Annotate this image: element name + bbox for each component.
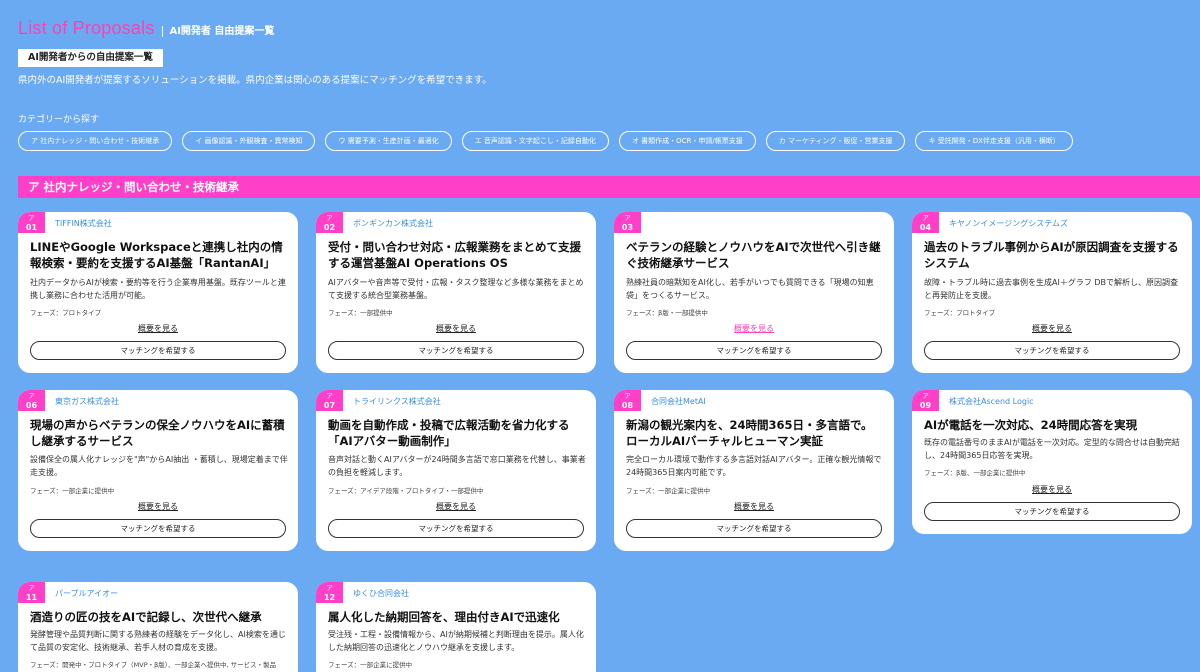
proposal-description: 受注残・工程・設備情報から、AIが納期候補と判断理由を提示。属人化した納期回答の… <box>328 630 584 652</box>
proposal-title: ベテランの経験とノウハウをAIで次世代へ引き継ぐ技術継承サービス <box>626 240 881 270</box>
page-title: List of Proposals <box>18 18 155 38</box>
proposal-title: 過去のトラブル事例からAIが原因調査を支援するシステム <box>924 240 1179 270</box>
proposal-title: LINEやGoogle Workspaceと連携し社内の情報検索・要約を支援する… <box>30 240 283 270</box>
company-name: 株式会社Ascend Logic <box>949 397 1034 406</box>
request-matching-button[interactable]: マッチングを希望する <box>924 341 1180 360</box>
proposal-card: ア 03 ベテランの経験とノウハウをAIで次世代へ引き継ぐ技術継承サービス 熟練社… <box>614 212 894 373</box>
category-pill-a[interactable]: ア 社内ナレッジ・問い合わせ・技術継承 <box>18 131 173 151</box>
proposal-phase: フェーズ：β版、一部企業に提供中 <box>924 469 1026 477</box>
category-number-tag: ア 12 <box>316 582 343 603</box>
proposal-description: 既存の電話番号のままAIが電話を一次対応。定型的な問合せは自動完結し、24時間3… <box>924 438 1180 460</box>
company-name: パープルアイオー <box>55 589 119 598</box>
proposal-phase: フェーズ：プロトタイプ <box>924 309 996 317</box>
proposal-description: 設備保全の属人化ナレッジを"声"からAI抽出 ・蓄積し、現場定着まで伴走支援。 <box>30 455 288 477</box>
category-pill-i[interactable]: イ 画像認識・外観検査・異常検知 <box>182 131 316 151</box>
proposal-description: 熟練社員の暗黙知をAI化し、若手がいつでも質問できる「現場の知恵袋」をつくるサー… <box>626 278 874 300</box>
proposal-phase: フェーズ：アイデア段階・プロトタイプ・一部提供中 <box>328 487 484 495</box>
proposal-description: 社内データからAIが検索・要約等を行う企業専用基盤。既存ツールと連携し業務に合わ… <box>30 278 286 300</box>
category-label: カテゴリーから探す <box>18 115 100 125</box>
category-pill-e[interactable]: エ 音声認識・文字起こし・記録自動化 <box>461 131 609 151</box>
company-name: トライリンクス株式会社 <box>353 397 441 406</box>
request-matching-button[interactable]: マッチングを希望する <box>30 341 286 360</box>
proposal-card: ア 02 ボンギンカン株式会社 受付・問い合わせ対応・広報業務をまとめて支援する運… <box>316 212 596 373</box>
proposal-card: ア 07 トライリンクス株式会社 動画を自動作成・投稿で広報活動を省力化する「AI… <box>316 390 596 551</box>
category-number-tag: ア 09 <box>912 390 939 411</box>
request-matching-button[interactable]: マッチングを希望する <box>328 519 584 538</box>
proposal-phase: フェーズ：プロトタイプ <box>30 309 102 317</box>
category-number-tag: ア 06 <box>18 390 45 411</box>
proposal-phase: フェーズ：一部企業に提供中 <box>328 661 413 669</box>
proposal-card: ア 04 キヤノンイメージングシステムズ 過去のトラブル事例からAIが原因調査を支… <box>912 212 1192 373</box>
proposal-phase: フェーズ：一部企業に提供中 <box>30 487 115 495</box>
company-name: ボンギンカン株式会社 <box>353 219 433 228</box>
category-pill-ka[interactable]: カ マーケティング・販促・営業支援 <box>765 131 906 151</box>
proposal-phase: フェーズ：β版・一部提供中 <box>626 309 708 317</box>
category-number-tag: ア 02 <box>316 212 343 233</box>
proposal-phase: フェーズ：開発中・プロトタイプ（MVP・β版）、一部企業へ提供中, サービス・製… <box>30 661 277 669</box>
proposal-description: AIアバターや音声等で受付・広報・タスク整理など多様な業務をまとめて支援する統合… <box>328 278 584 300</box>
view-summary-link[interactable]: 概要を見る <box>18 501 298 512</box>
request-matching-button[interactable]: マッチングを希望する <box>924 502 1180 521</box>
proposal-card: ア 09 株式会社Ascend Logic AIが電話を一次対応、24時間応答を実… <box>912 390 1192 534</box>
proposal-title: 酒造りの匠の技をAIで記録し、次世代へ継承 <box>30 610 262 624</box>
category-number-tag: ア 03 <box>614 212 641 233</box>
company-name: ゆくひ合同会社 <box>353 589 409 598</box>
view-summary-link[interactable]: 概要を見る <box>912 484 1192 495</box>
intro-badge: AI開発者からの自由提案一覧 <box>18 49 163 67</box>
request-matching-button[interactable]: マッチングを希望する <box>328 341 584 360</box>
section-title: ア 社内ナレッジ・問い合わせ・技術継承 <box>28 180 240 194</box>
proposal-description: 音声対話と動くAIアバターが24時間多言語で窓口業務を代替し、事業者の負担を軽減… <box>328 455 586 477</box>
view-summary-link[interactable]: 概要を見る <box>18 323 298 334</box>
request-matching-button[interactable]: マッチングを希望する <box>626 341 882 360</box>
view-summary-link[interactable]: 概要を見る <box>912 323 1192 334</box>
proposal-card: ア 08 合同会社MetAI 新潟の観光案内を、24時間365日・多言語で。ローカ… <box>614 390 894 551</box>
proposal-description: 発酵管理や品質判断に関する熟練者の経験をデータ化し、AI検索を通じて品質の安定化… <box>30 630 286 652</box>
company-name: キヤノンイメージングシステムズ <box>949 219 1068 228</box>
proposal-title: 現場の声からベテランの保全ノウハウをAIに蓄積し継承するサービス <box>30 418 285 448</box>
proposal-card: ア 11 パープルアイオー 酒造りの匠の技をAIで記録し、次世代へ継承 発酵管理や… <box>18 582 298 672</box>
proposal-title: 受付・問い合わせ対応・広報業務をまとめて支援する運営基盤AI Operation… <box>328 240 581 270</box>
proposal-phase: フェーズ：一部企業に提供中 <box>626 487 711 495</box>
category-number-tag: ア 08 <box>614 390 641 411</box>
category-pill-o[interactable]: オ 書類作成・OCR・申請/帳票支援 <box>618 131 756 151</box>
category-number-tag: ア 11 <box>18 582 45 603</box>
request-matching-button[interactable]: マッチングを希望する <box>626 519 882 538</box>
category-filter-row: ア 社内ナレッジ・問い合わせ・技術継承 イ 画像認識・外観検査・異常検知 ウ 需… <box>18 131 1073 151</box>
proposal-title: AIが電話を一次対応、24時間応答を実現 <box>924 418 1138 432</box>
company-name: 合同会社MetAI <box>651 397 706 406</box>
intro-description: 県内外のAI開発者が提案するソリューションを掲載。県内企業は関心のある提案にマッ… <box>18 75 492 86</box>
category-pill-u[interactable]: ウ 需要予測・生産計画・最適化 <box>325 131 452 151</box>
proposal-phase: フェーズ：一部提供中 <box>328 309 393 317</box>
view-summary-link[interactable]: 概要を見る <box>316 501 596 512</box>
proposal-card: ア 12 ゆくひ合同会社 属人化した納期回答を、理由付きAIで迅速化 受注残・工程… <box>316 582 596 672</box>
view-summary-link[interactable]: 概要を見る <box>316 323 596 334</box>
request-matching-button[interactable]: マッチングを希望する <box>30 519 286 538</box>
proposal-title: 動画を自動作成・投稿で広報活動を省力化する「AIアバター動画制作」 <box>328 418 570 448</box>
company-name: TIFFIN株式会社 <box>55 219 112 228</box>
view-summary-link[interactable]: 概要を見る <box>614 501 894 512</box>
page-subtitle: AI開発者 自由提案一覧 <box>162 26 274 37</box>
category-number-tag: ア 07 <box>316 390 343 411</box>
proposal-title: 新潟の観光案内を、24時間365日・多言語で。ローカルAIバーチャルヒューマン実… <box>626 418 873 448</box>
view-summary-link[interactable]: 概要を見る <box>614 323 894 334</box>
category-number-tag: ア 04 <box>912 212 939 233</box>
proposal-card: ア 01 TIFFIN株式会社 LINEやGoogle Workspaceと連携し… <box>18 212 298 373</box>
company-name: 東京ガス株式会社 <box>55 397 119 406</box>
proposal-title: 属人化した納期回答を、理由付きAIで迅速化 <box>328 610 560 624</box>
category-number-tag: ア 01 <box>18 212 45 233</box>
category-pill-ki[interactable]: キ 受託開発・DX伴走支援（汎用・横断） <box>915 131 1073 151</box>
proposal-description: 完全ローカル環境で動作する多言語対話AIアバター。正確な観光情報で24時間365… <box>626 455 882 477</box>
title-row: List of Proposals AI開発者 自由提案一覧 <box>18 18 274 39</box>
proposal-card: ア 06 東京ガス株式会社 現場の声からベテランの保全ノウハウをAIに蓄積し継承す… <box>18 390 298 551</box>
proposal-description: 故障・トラブル時に過去事例を生成AI＋グラフ DBで解析し、原因調査と再発防止を… <box>924 278 1179 300</box>
section-header: ア 社内ナレッジ・問い合わせ・技術継承 <box>18 176 1200 198</box>
